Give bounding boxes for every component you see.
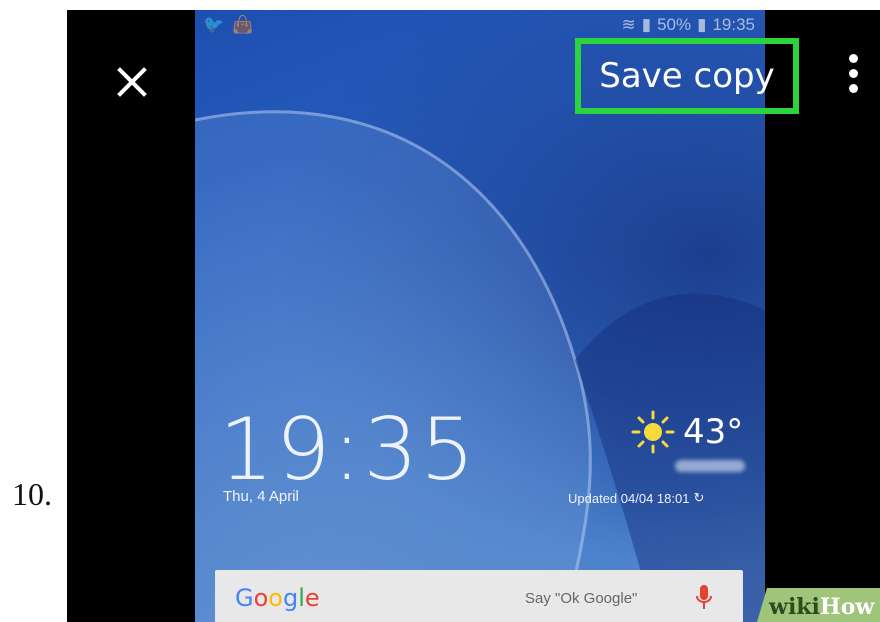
google-search-bar: Google Say "Ok Google" [215, 570, 743, 622]
twitter-icon: 🐦 [203, 15, 225, 34]
wikihow-watermark: wikiHow [757, 588, 880, 622]
shopping-bag-icon: 👜 [232, 15, 254, 34]
photo-editor-screen: 🐦 👜 ≋ ▮ 50% ▮ 19:35 19:35 Thu, 4 April 4… [67, 10, 880, 622]
lockscreen-date: Thu, 4 April [223, 488, 299, 505]
temperature: 43° [683, 412, 744, 452]
google-logo-letter: g [282, 584, 299, 612]
wifi-icon: ≋ [621, 15, 636, 34]
voice-hint: Say "Ok Google" [525, 590, 638, 607]
google-logo-letter: e [304, 584, 320, 612]
weather-widget: 43° [631, 410, 743, 454]
close-icon[interactable] [112, 62, 152, 102]
refresh-icon: ↻ [693, 490, 705, 505]
mic-icon [696, 585, 712, 609]
battery-icon: ▮ [697, 15, 707, 34]
step-number: 10. [12, 476, 52, 512]
google-logo: Google [235, 584, 320, 612]
google-logo-letter: o [253, 584, 269, 612]
save-copy-button[interactable]: Save copy [575, 38, 799, 114]
status-time: 19:35 [712, 15, 755, 34]
watermark-wiki: wiki [769, 594, 820, 620]
google-logo-letter: G [235, 584, 254, 612]
status-bar: 🐦 👜 ≋ ▮ 50% ▮ 19:35 [195, 10, 765, 36]
sun-icon [631, 410, 675, 454]
google-logo-letter: l [298, 584, 305, 612]
weather-updated: Updated 04/04 18:01 ↻ [568, 490, 704, 506]
weather-updated-text: Updated 04/04 18:01 [568, 490, 690, 506]
watermark-how: How [819, 594, 875, 620]
blurred-location [675, 460, 745, 472]
battery-percent: 50% [657, 15, 692, 34]
lockscreen-clock: 19:35 [219, 400, 477, 500]
google-logo-letter: o [268, 584, 283, 612]
more-vert-icon[interactable] [841, 54, 865, 98]
signal-icon: ▮ [641, 15, 652, 34]
